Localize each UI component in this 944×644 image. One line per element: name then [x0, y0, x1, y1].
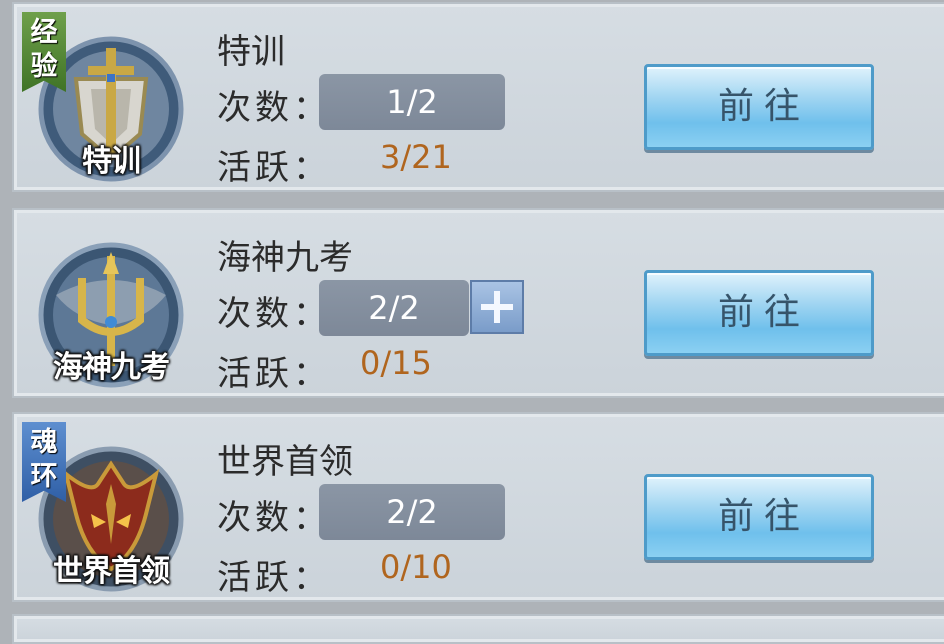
- add-count-button[interactable]: [470, 280, 524, 334]
- active-label: 活跃：: [217, 558, 331, 598]
- count-label: 次数：: [217, 88, 331, 128]
- count-value: 2/2: [319, 484, 505, 540]
- activity-title: 世界首领: [217, 442, 353, 482]
- activity-card-trial: 海神九考 海神九考 次数： 2/2 活跃： 0/15 前往: [12, 208, 944, 398]
- emblem-label: 世界首领: [53, 554, 170, 589]
- activity-title: 海神九考: [217, 238, 353, 278]
- soul-ring-tag: 魂环: [22, 422, 66, 502]
- go-button-training[interactable]: 前往: [644, 64, 874, 150]
- trial-emblem: 海神九考: [36, 240, 186, 390]
- activity-title: 特训: [217, 32, 285, 72]
- activity-card-boss: 世界首领 魂环 世界首领 次数： 2/2 活跃： 0/10 前往: [12, 412, 944, 602]
- exp-tag: 经验: [22, 12, 66, 92]
- active-label: 活跃：: [217, 148, 331, 188]
- active-value: 3/21: [380, 138, 452, 176]
- count-value: 1/2: [319, 74, 505, 130]
- count-value: 2/2: [319, 280, 469, 336]
- emblem-label: 海神九考: [53, 350, 170, 385]
- activity-list: 特训 经验 特训 次数： 1/2 活跃： 3/21 前往 海神九考 海神九考 次…: [0, 0, 944, 644]
- emblem-label: 特训: [82, 144, 141, 179]
- active-label: 活跃：: [217, 354, 331, 394]
- active-value: 0/10: [380, 548, 452, 586]
- go-button-trial[interactable]: 前往: [644, 270, 874, 356]
- go-button-boss[interactable]: 前往: [644, 474, 874, 560]
- activity-card-next: [12, 614, 944, 644]
- count-label: 次数：: [217, 498, 331, 538]
- count-label: 次数：: [217, 294, 331, 334]
- active-value: 0/15: [360, 344, 432, 382]
- activity-card-training: 特训 经验 特训 次数： 1/2 活跃： 3/21 前往: [12, 2, 944, 192]
